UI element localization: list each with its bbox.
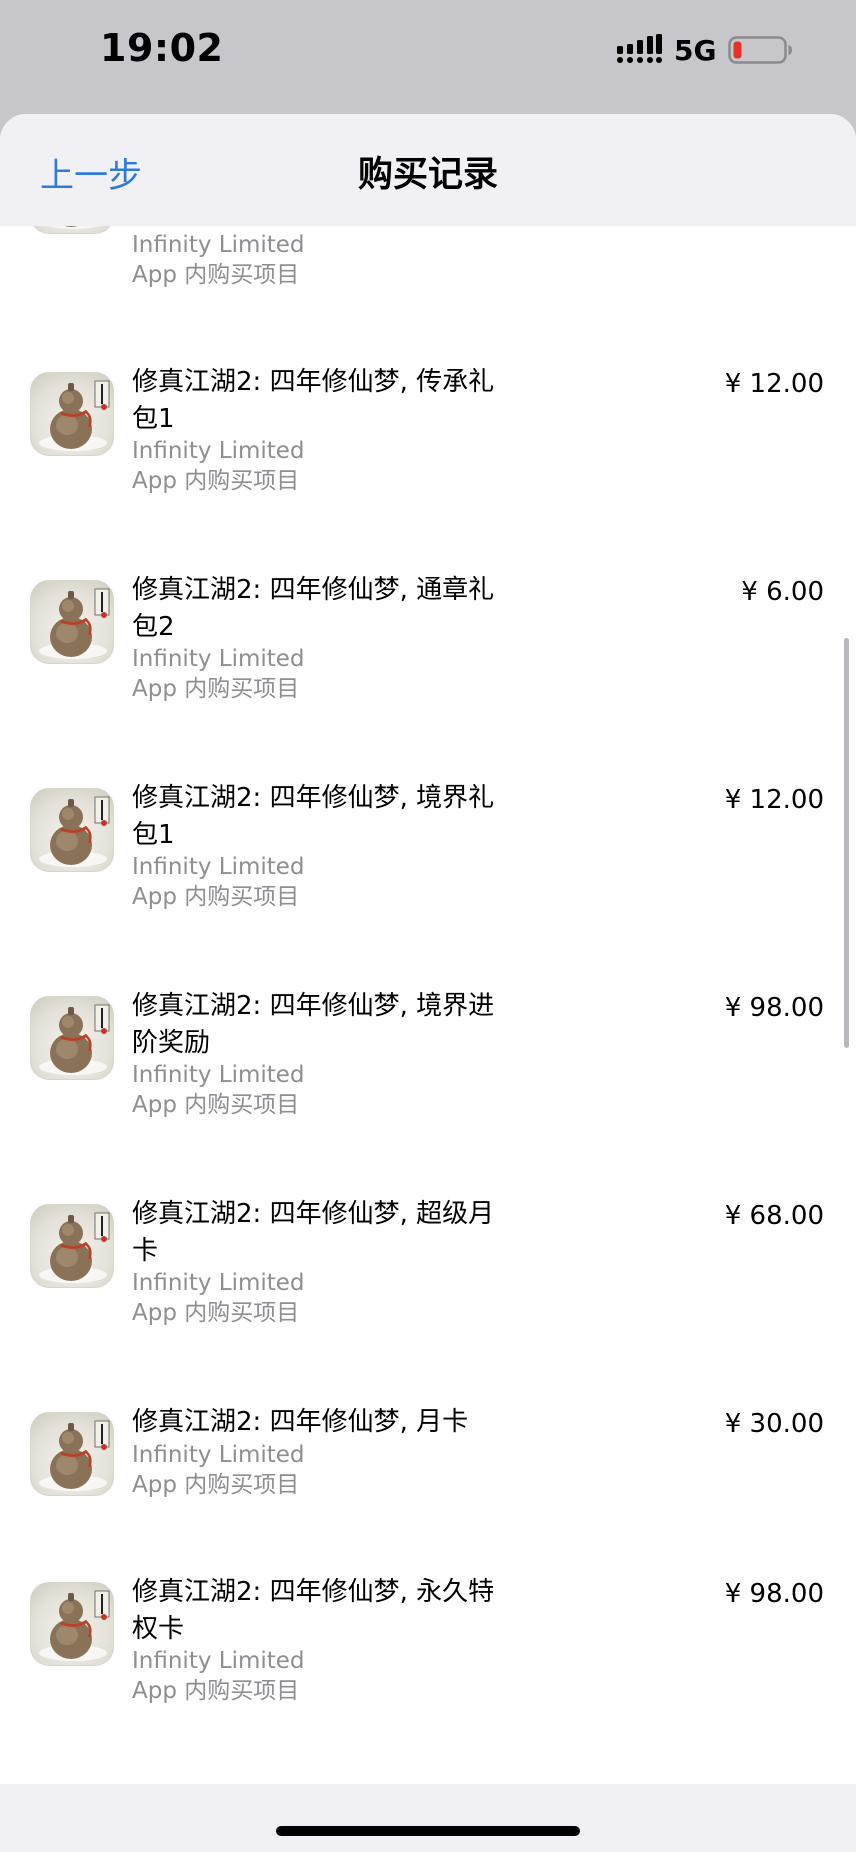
list-item[interactable]: 修真江湖2: 四年修仙梦, 通章礼 包2 Infinity Limited Ap…	[0, 575, 856, 788]
list-item[interactable]: 修真江湖2: 四年修仙梦, 境界进 阶奖励 Infinity Limited A…	[0, 991, 856, 1204]
item-seller: Infinity Limited	[132, 438, 305, 464]
item-type: App 内购买项目	[132, 1678, 300, 1704]
item-price: ¥ 98.00	[724, 1579, 824, 1609]
status-time: 19:02	[100, 26, 224, 70]
item-seller: Infinity Limited	[132, 1062, 305, 1088]
item-price: ¥ 30.00	[724, 1409, 824, 1439]
item-seller: Infinity Limited	[132, 854, 305, 880]
item-price: ¥ 98.00	[724, 993, 824, 1023]
gourd-icon	[39, 380, 110, 451]
item-type: App 内购买项目	[132, 884, 300, 910]
item-price: ¥ 68.00	[724, 1201, 824, 1231]
app-icon	[30, 996, 114, 1080]
list-item[interactable]: 修真江湖2: 四年修仙梦, 境界礼 包1 Infinity Limited Ap…	[0, 783, 856, 996]
purchase-history-sheet: 包 Infinity Limited App 内购买项目 修真江湖2: 四年修仙…	[0, 114, 856, 1852]
app-icon	[30, 1412, 114, 1496]
bottom-safe-area	[0, 1784, 856, 1852]
gourd-icon	[39, 1004, 110, 1075]
item-price: ¥ 12.00	[724, 369, 824, 399]
network-type-label: 5G	[674, 34, 717, 67]
item-seller: Infinity Limited	[132, 1270, 305, 1296]
item-type: App 内购买项目	[132, 1300, 300, 1326]
screen: 19:02 5G Infinity Limited App 内购买项目 修真江湖…	[0, 0, 856, 1852]
home-indicator[interactable]	[276, 1826, 580, 1836]
item-seller: Infinity Limited	[132, 1648, 305, 1674]
item-title: 修真江湖2: 四年修仙梦, 境界礼 包1	[132, 783, 495, 850]
list-item[interactable]: 修真江湖2: 四年修仙梦, 超级月 卡 Infinity Limited App…	[0, 1199, 856, 1412]
navigation-bar: 上一步 购买记录	[0, 114, 856, 226]
item-title: 修真江湖2: 四年修仙梦, 永久特 权卡	[132, 1577, 495, 1644]
app-icon	[30, 1582, 114, 1666]
item-title: 修真江湖2: 四年修仙梦, 传承礼 包1	[132, 367, 495, 434]
list-item[interactable]: 修真江湖2: 四年修仙梦, 传承礼 包1 Infinity Limited Ap…	[0, 367, 856, 580]
item-seller: Infinity Limited	[132, 232, 305, 258]
app-icon	[30, 372, 114, 456]
gourd-icon	[39, 588, 110, 659]
item-type: App 内购买项目	[132, 1092, 300, 1118]
page-title: 购买记录	[357, 155, 498, 195]
gourd-icon	[39, 1420, 110, 1491]
app-icon	[30, 788, 114, 872]
item-title: 修真江湖2: 四年修仙梦, 月卡	[132, 1407, 469, 1437]
item-type: App 内购买项目	[132, 468, 300, 494]
item-type: App 内购买项目	[132, 262, 300, 288]
scroll-indicator[interactable]	[844, 638, 849, 1048]
item-title: 修真江湖2: 四年修仙梦, 通章礼 包2	[132, 575, 495, 642]
item-title: 修真江湖2: 四年修仙梦, 超级月 卡	[132, 1199, 495, 1266]
gourd-icon	[39, 1212, 110, 1283]
item-type: App 内购买项目	[132, 1472, 300, 1498]
app-icon	[30, 580, 114, 664]
gourd-icon	[39, 796, 110, 867]
gourd-icon	[39, 1590, 110, 1661]
cellular-signal-icon	[617, 34, 662, 63]
item-title: 修真江湖2: 四年修仙梦, 境界进 阶奖励	[132, 991, 495, 1058]
status-bar: 19:02 5G	[0, 0, 856, 110]
item-type: App 内购买项目	[132, 676, 300, 702]
item-price: ¥ 12.00	[724, 785, 824, 815]
item-seller: Infinity Limited	[132, 646, 305, 672]
battery-low-icon	[728, 36, 792, 64]
purchase-list[interactable]: 包 Infinity Limited App 内购买项目 修真江湖2: 四年修仙…	[0, 114, 856, 1852]
app-icon	[30, 1204, 114, 1288]
list-item[interactable]: 修真江湖2: 四年修仙梦, 永久特 权卡 Infinity Limited Ap…	[0, 1577, 856, 1790]
item-seller: Infinity Limited	[132, 1442, 305, 1468]
item-price: ¥ 6.00	[741, 577, 824, 607]
